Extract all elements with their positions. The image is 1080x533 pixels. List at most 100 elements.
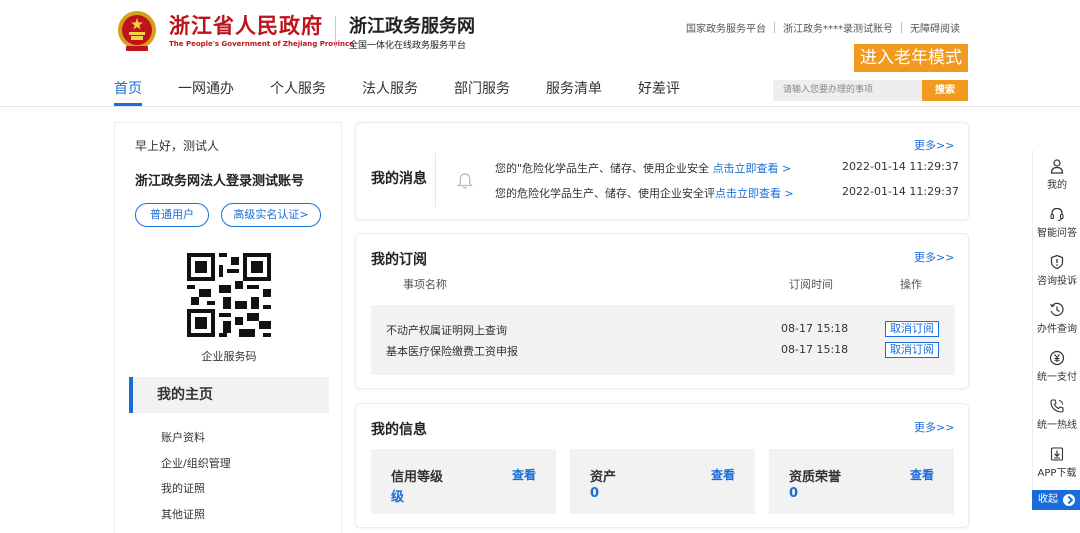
collapse-label: 收起 <box>1038 494 1058 505</box>
unsubscribe-button[interactable]: 取消订阅 <box>885 321 939 337</box>
toolbar-item-payment[interactable]: 统一支付 <box>1033 350 1080 383</box>
nav-one-stop[interactable]: 一网通办 <box>178 80 234 100</box>
phone-icon <box>1050 399 1064 413</box>
message-item[interactable]: 您的危险化学品生产、储存、使用企业安全评点击立即查看 > <box>495 185 794 201</box>
nav-department-service[interactable]: 部门服务 <box>454 80 510 100</box>
message-time: 2022-01-14 11:29:37 <box>842 185 959 198</box>
side-menu-my-licenses[interactable]: 我的证照 <box>161 481 231 507</box>
side-menu-org-management[interactable]: 企业/组织管理 <box>161 456 231 482</box>
search-button[interactable]: 搜索 <box>922 80 968 101</box>
column-header-action: 操作 <box>900 278 922 291</box>
top-link-account[interactable]: 浙江政务****录测试账号 <box>783 20 893 35</box>
assets-box: 资产 0 查看 <box>570 449 755 514</box>
nav-home[interactable]: 首页 <box>114 80 142 100</box>
toolbar-label: 咨询投诉 <box>1037 276 1077 287</box>
nav-evaluation[interactable]: 好差评 <box>638 80 680 100</box>
subscriptions-table: 不动产权属证明网上查询 08-17 15:18 取消订阅 基本医疗保险缴费工资申… <box>371 305 955 375</box>
column-header-name: 事项名称 <box>403 278 447 291</box>
view-link[interactable]: 查看 <box>711 466 735 483</box>
message-time: 2022-01-14 11:29:37 <box>842 160 959 173</box>
view-link[interactable]: 查看 <box>512 466 536 483</box>
national-emblem-icon <box>118 11 156 51</box>
info-value: 级 <box>391 490 405 505</box>
service-title[interactable]: 浙江政务服务网 <box>349 12 475 38</box>
yuan-icon <box>1049 350 1065 366</box>
nav-active-indicator <box>114 103 142 106</box>
qr-label: 企业服务码 <box>201 350 257 363</box>
toolbar-label: APP下载 <box>1037 468 1077 479</box>
history-icon <box>1050 302 1064 316</box>
toolbar-item-complaint[interactable]: 咨询投诉 <box>1033 254 1080 287</box>
main-nav: 首页 一网通办 个人服务 法人服务 部门服务 服务清单 好差评 <box>114 80 716 100</box>
side-menu-other-licenses[interactable]: 其他证照 <box>161 507 231 533</box>
nav-service-list[interactable]: 服务清单 <box>546 80 602 100</box>
nav-legal-service[interactable]: 法人服务 <box>362 80 418 100</box>
view-link[interactable]: 查看 <box>910 466 934 483</box>
right-toolbar: 我的 智能问答 咨询投诉 办件查询 统一支付 统一热线 APP下载 <box>1032 150 1080 490</box>
table-row-name[interactable]: 基本医疗保险缴费工资申报 <box>386 343 518 359</box>
headset-icon <box>1050 207 1064 222</box>
info-value: 0 <box>590 486 600 501</box>
message-text: 您的"危险化学品生产、储存、使用企业安全 <box>495 162 710 175</box>
top-link-national-platform[interactable]: 国家政务服务平台 <box>686 20 766 35</box>
site-header: 浙江省人民政府 The People's Government of Zheji… <box>0 0 1080 107</box>
toolbar-item-smart-qa[interactable]: 智能问答 <box>1033 206 1080 239</box>
user-type-badge[interactable]: 普通用户 <box>135 203 209 227</box>
qualifications-box: 资质荣誉 0 查看 <box>769 449 954 514</box>
toolbar-label: 统一支付 <box>1037 372 1077 383</box>
real-name-auth-button[interactable]: 高级实名认证> <box>221 203 321 227</box>
table-row-time: 08-17 15:18 <box>781 322 849 335</box>
brand-subtitle: The People's Government of Zhejiang Prov… <box>169 40 354 48</box>
search-input[interactable]: 请输入您要办理的事项 <box>773 80 922 101</box>
info-card: 我的信息 更多>> 信用等级 级 查看 资产 0 查看 资质荣誉 0 查看 <box>355 403 969 528</box>
message-view-link[interactable]: 点击立即查看 > <box>713 162 792 175</box>
divider <box>901 22 902 33</box>
messages-card: 我的消息 更多>> 您的"危险化学品生产、储存、使用企业安全 点击立即查看 > … <box>355 122 969 220</box>
toolbar-item-case-query[interactable]: 办件查询 <box>1033 302 1080 335</box>
greeting-text: 早上好，测试人 <box>135 139 220 153</box>
info-label: 资产 <box>590 470 617 485</box>
side-section-title[interactable]: 我的主页 <box>129 377 329 413</box>
user-panel: 早上好，测试人 浙江政务网法人登录测试账号 普通用户 高级实名认证> 企业服务码… <box>114 122 342 533</box>
info-label: 资质荣誉 <box>789 470 842 485</box>
collapse-toolbar-button[interactable]: 收起 <box>1032 490 1080 510</box>
service-subtitle: 全国一体化在线政务服务平台 <box>349 41 467 51</box>
toolbar-label: 办件查询 <box>1037 324 1077 335</box>
message-item[interactable]: 您的"危险化学品生产、储存、使用企业安全 点击立即查看 > <box>495 160 791 176</box>
table-row-name[interactable]: 不动产权属证明网上查询 <box>386 322 507 338</box>
messages-more-link[interactable]: 更多>> <box>914 137 954 153</box>
nav-personal-service[interactable]: 个人服务 <box>270 80 326 100</box>
brand-divider <box>335 16 336 48</box>
shield-icon <box>1050 254 1064 270</box>
brand-title[interactable]: 浙江省人民政府 <box>169 10 323 40</box>
subscriptions-title: 我的订阅 <box>371 252 427 268</box>
toolbar-item-mine[interactable]: 我的 <box>1033 158 1080 191</box>
top-link-accessibility[interactable]: 无障碍阅读 <box>910 20 960 35</box>
messages-title: 我的消息 <box>371 171 427 187</box>
credit-rating-box: 信用等级 级 查看 <box>371 449 556 514</box>
subscriptions-more-link[interactable]: 更多>> <box>914 249 954 265</box>
column-header-time: 订阅时间 <box>789 278 833 291</box>
toolbar-item-hotline[interactable]: 统一热线 <box>1033 398 1080 431</box>
divider <box>774 22 775 33</box>
user-icon <box>1050 159 1064 174</box>
top-links: 国家政务服务平台 浙江政务****录测试账号 无障碍阅读 <box>686 20 960 35</box>
subscriptions-card: 我的订阅 更多>> 事项名称 订阅时间 操作 不动产权属证明网上查询 08-17… <box>355 233 969 389</box>
info-more-link[interactable]: 更多>> <box>914 419 954 435</box>
elder-mode-button[interactable]: 进入老年模式 <box>854 44 968 72</box>
download-icon <box>1050 447 1064 461</box>
message-view-link[interactable]: 点击立即查看 > <box>715 187 794 200</box>
message-text: 您的危险化学品生产、储存、使用企业安全评 <box>495 187 715 200</box>
qr-code-icon[interactable] <box>187 253 271 337</box>
toolbar-label: 我的 <box>1047 180 1067 191</box>
side-menu: 账户资料 企业/组织管理 我的证照 其他证照 <box>161 430 231 532</box>
toolbar-item-app-download[interactable]: APP下载 <box>1033 446 1080 479</box>
info-label: 信用等级 <box>391 470 444 485</box>
side-menu-account-profile[interactable]: 账户资料 <box>161 430 231 456</box>
unsubscribe-button[interactable]: 取消订阅 <box>885 342 939 358</box>
account-name: 浙江政务网法人登录测试账号 <box>135 174 305 189</box>
info-title: 我的信息 <box>371 422 427 438</box>
bell-icon <box>457 173 473 189</box>
chevron-right-icon <box>1063 494 1075 506</box>
info-value: 0 <box>789 486 799 501</box>
